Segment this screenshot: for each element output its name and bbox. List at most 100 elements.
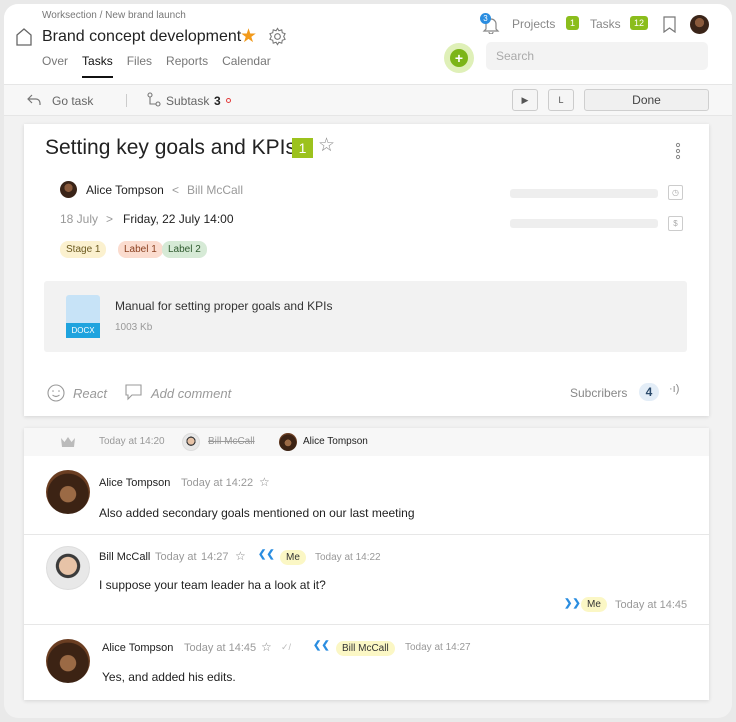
home-icon[interactable] [16, 28, 32, 46]
reply-to-icon: ❮❮ [258, 549, 275, 560]
task-toolbar: Go task Subtask 3 ▶ L Done [4, 84, 732, 116]
comment-time: Today at [155, 551, 197, 563]
more-icon[interactable] [675, 142, 681, 160]
tab-reports[interactable]: Reports [166, 54, 208, 78]
projects-link[interactable]: Projects [512, 17, 555, 31]
go-task-link[interactable]: Go task [52, 94, 93, 108]
history-from-avatar [182, 433, 200, 451]
add-comment-button[interactable]: Add comment [151, 386, 231, 401]
comment-text: I suppose your team leader ha a look at … [99, 578, 326, 592]
favorite-star-icon[interactable]: ★ [240, 25, 257, 48]
star-icon[interactable]: ☆ [318, 134, 335, 157]
date-arrow: > [106, 212, 114, 226]
comment-icon[interactable] [124, 383, 143, 401]
plus-icon: + [450, 49, 468, 67]
start-date[interactable]: 18 July [60, 212, 98, 226]
search-input[interactable]: Search [486, 42, 708, 70]
project-nav: Over Tasks Files Reports Calendar [42, 54, 285, 78]
dollar-icon[interactable]: $ [668, 216, 683, 231]
file-name[interactable]: Manual for setting proper goals and KPIs [115, 299, 332, 313]
gear-icon[interactable] [268, 27, 287, 46]
tasks-link[interactable]: Tasks [590, 17, 621, 31]
attachment[interactable]: DOCX Manual for setting proper goals and… [44, 281, 687, 352]
comment-author[interactable]: Bill McCall [99, 551, 150, 563]
breadcrumb[interactable]: Worksection / New brand launch [42, 10, 186, 21]
answered-by-pill[interactable]: Me [581, 597, 607, 612]
commenter-avatar [46, 546, 90, 590]
comment-star-icon[interactable]: ☆ [235, 549, 246, 563]
reply-to-time: Today at 14:27 [405, 642, 471, 653]
react-button[interactable]: React [73, 386, 107, 401]
reply-to-pill[interactable]: Bill McCall [336, 641, 395, 656]
subscribers-count[interactable]: 4 [639, 383, 659, 401]
play-button[interactable]: ▶ [512, 89, 538, 111]
comment-author[interactable]: Alice Tompson [99, 477, 170, 489]
reply-to-icon: ❮❮ [313, 640, 330, 651]
clock-icon[interactable]: ◷ [668, 185, 683, 200]
user-avatar[interactable] [690, 15, 709, 34]
reply-to-pill[interactable]: Me [280, 550, 306, 565]
subtask-label[interactable]: Subtask [166, 94, 209, 108]
smiley-icon[interactable] [47, 384, 65, 402]
tab-calendar[interactable]: Calendar [222, 54, 271, 78]
subtask-count: 3 [214, 94, 221, 108]
l-button[interactable]: L [548, 89, 574, 111]
assignee-name[interactable]: Alice Tompson [86, 183, 164, 197]
priority-badge[interactable]: 1 [292, 138, 313, 158]
projects-count-badge: 1 [566, 16, 580, 30]
top-header: Worksection / New brand launch Brand con… [4, 4, 732, 84]
crown-icon [61, 437, 75, 447]
commenter-avatar [46, 470, 90, 514]
tag-label-2[interactable]: Label 2 [162, 241, 207, 258]
read-check-icon: ✓/ [281, 642, 292, 652]
tasks-count-badge: 12 [630, 16, 649, 30]
back-arrow-icon[interactable] [26, 92, 42, 108]
comment-time: Today at 14:45 [184, 642, 257, 654]
reply-to-time: Today at 14:22 [315, 552, 381, 563]
notification-badge: 3 [480, 13, 491, 24]
app-window: Worksection / New brand launch Brand con… [4, 4, 732, 718]
bookmark-icon[interactable] [663, 16, 676, 33]
comment-time-hour: 14:27 [201, 551, 229, 563]
comment-text: Yes, and added his edits. [102, 670, 236, 684]
subtask-alert-dot [226, 98, 231, 103]
commenter-avatar [46, 639, 90, 683]
add-button[interactable]: + [444, 43, 474, 73]
assigned-by-arrow: < [172, 183, 180, 197]
comment-star-icon[interactable]: ☆ [259, 475, 270, 489]
comment-author[interactable]: Alice Tompson [102, 642, 173, 654]
project-title: Brand concept development [42, 28, 242, 45]
cost-progress-bar [510, 219, 658, 228]
comment-text: Also added secondary goals mentioned on … [99, 506, 415, 520]
comment-divider [24, 534, 709, 535]
author-name[interactable]: Bill McCall [187, 183, 243, 197]
tag-label-1[interactable]: Label 1 [118, 241, 163, 258]
done-button[interactable]: Done [584, 89, 709, 111]
tab-files[interactable]: Files [127, 54, 152, 78]
tag-stage[interactable]: Stage 1 [60, 241, 107, 258]
time-progress-bar [510, 189, 658, 198]
tab-overview[interactable]: Over [42, 54, 68, 78]
comment-star-icon[interactable]: ☆ [261, 640, 272, 654]
history-row: Today at 14:20 Bill McCall Alice Tompson [24, 428, 709, 456]
comment-divider [24, 624, 709, 625]
assignee-avatar [60, 181, 77, 198]
subtask-icon[interactable] [146, 92, 162, 108]
history-time: Today at 14:20 [99, 436, 165, 447]
history-from-name: Bill McCall [208, 436, 255, 447]
docx-file-icon: DOCX [66, 295, 100, 338]
history-to-name: Alice Tompson [303, 436, 368, 447]
tab-tasks[interactable]: Tasks [82, 54, 113, 78]
task-card: Setting key goals and KPIs 1 ☆ Alice Tom… [24, 124, 709, 416]
subscribers-label: Subcribers [570, 386, 628, 400]
toolbar-divider [126, 94, 127, 107]
comments-panel: Today at 14:20 Bill McCall Alice Tompson… [24, 428, 709, 700]
history-to-avatar [279, 433, 297, 451]
comment-time: Today at 14:22 [181, 477, 254, 489]
sound-icon[interactable]: ·ı) [669, 383, 679, 395]
answered-icon: ❯❯ [564, 598, 581, 609]
file-size: 1003 Kb [115, 322, 153, 333]
answered-time: Today at 14:45 [615, 599, 688, 611]
end-date[interactable]: Friday, 22 July 14:00 [123, 212, 234, 226]
task-title: Setting key goals and KPIs [45, 136, 296, 159]
